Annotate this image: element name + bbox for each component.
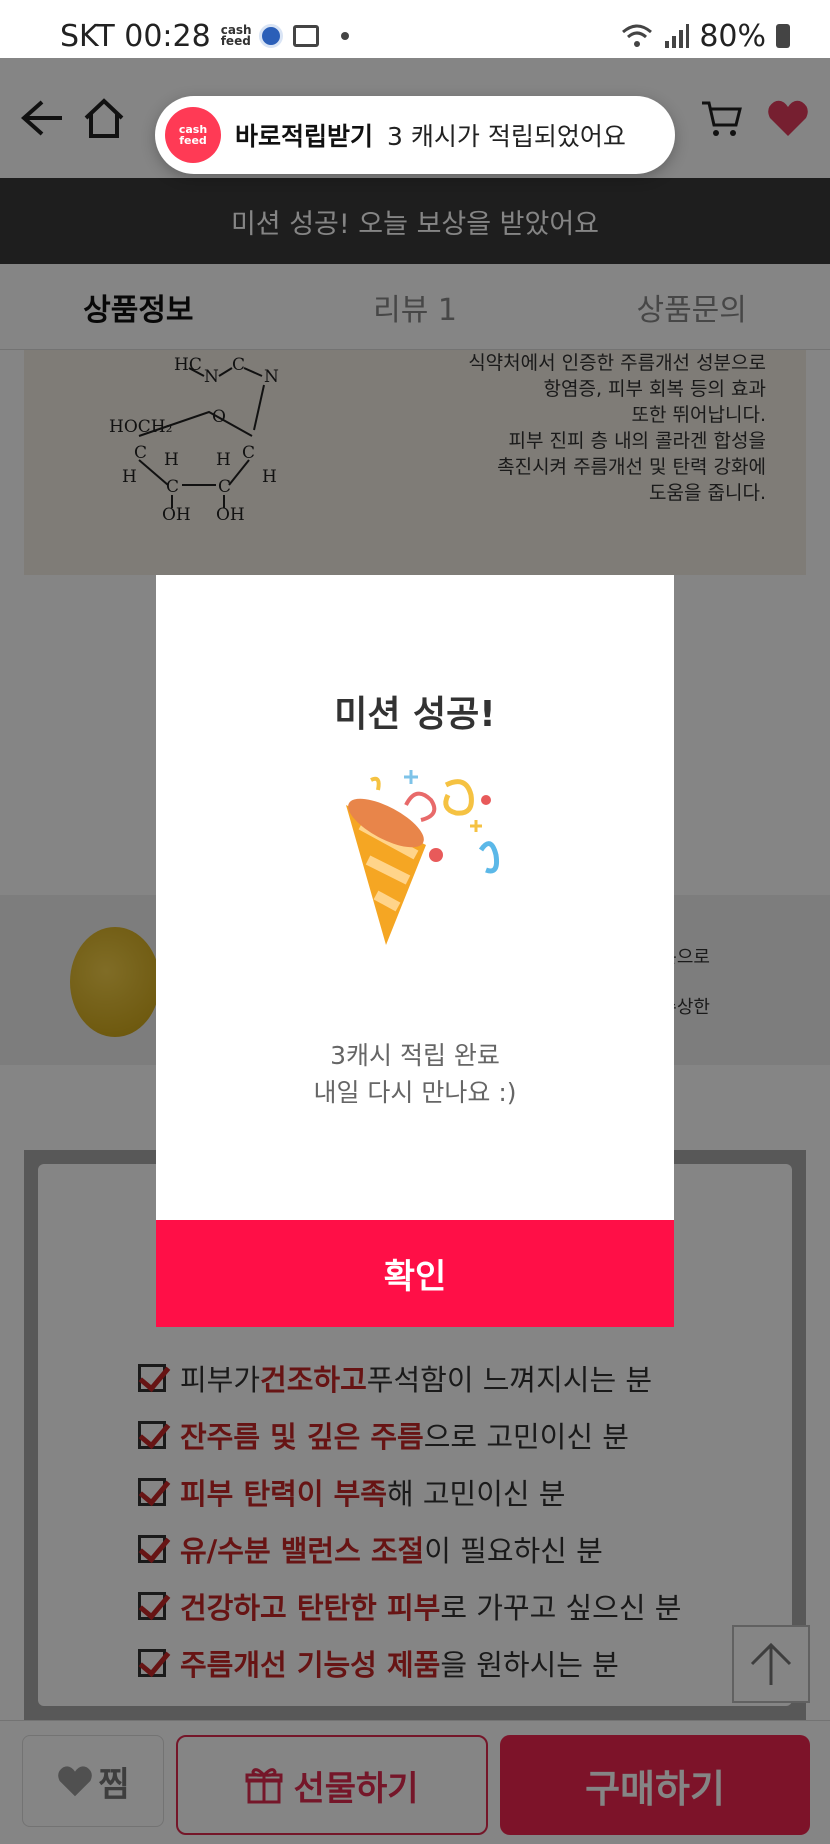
cashfeed-logo: cash feed: [165, 107, 221, 163]
toast-title: 바로적립받기: [235, 122, 374, 151]
battery-percentage: 80%: [699, 18, 766, 54]
cash-reward-toast[interactable]: cash feed 바로적립받기 3 캐시가 적립되었어요: [155, 96, 675, 174]
image-notification-icon: [292, 25, 319, 47]
wifi-icon: [622, 24, 653, 47]
confirm-button[interactable]: 확인: [156, 1220, 674, 1327]
modal-message: 3캐시 적립 완료 내일 다시 만나요 :): [313, 1041, 517, 1107]
cashfeed-notification-icon: cash feed: [220, 23, 252, 48]
party-popper-icon: [346, 770, 499, 945]
signal-icon: [665, 24, 690, 48]
more-notifications-dot-icon: [340, 32, 349, 40]
carrier-time: SKT 00:28: [60, 18, 211, 54]
toast-message: 3 캐시가 적립되었어요: [387, 122, 626, 151]
mission-success-modal: 미션 성공! 3캐시 적립 완료 내일 다시 만나요 :) 확인: [156, 575, 674, 1327]
modal-title: 미션 성공!: [334, 694, 496, 735]
battery-icon: [776, 24, 790, 48]
shield-notification-icon: [258, 24, 283, 48]
